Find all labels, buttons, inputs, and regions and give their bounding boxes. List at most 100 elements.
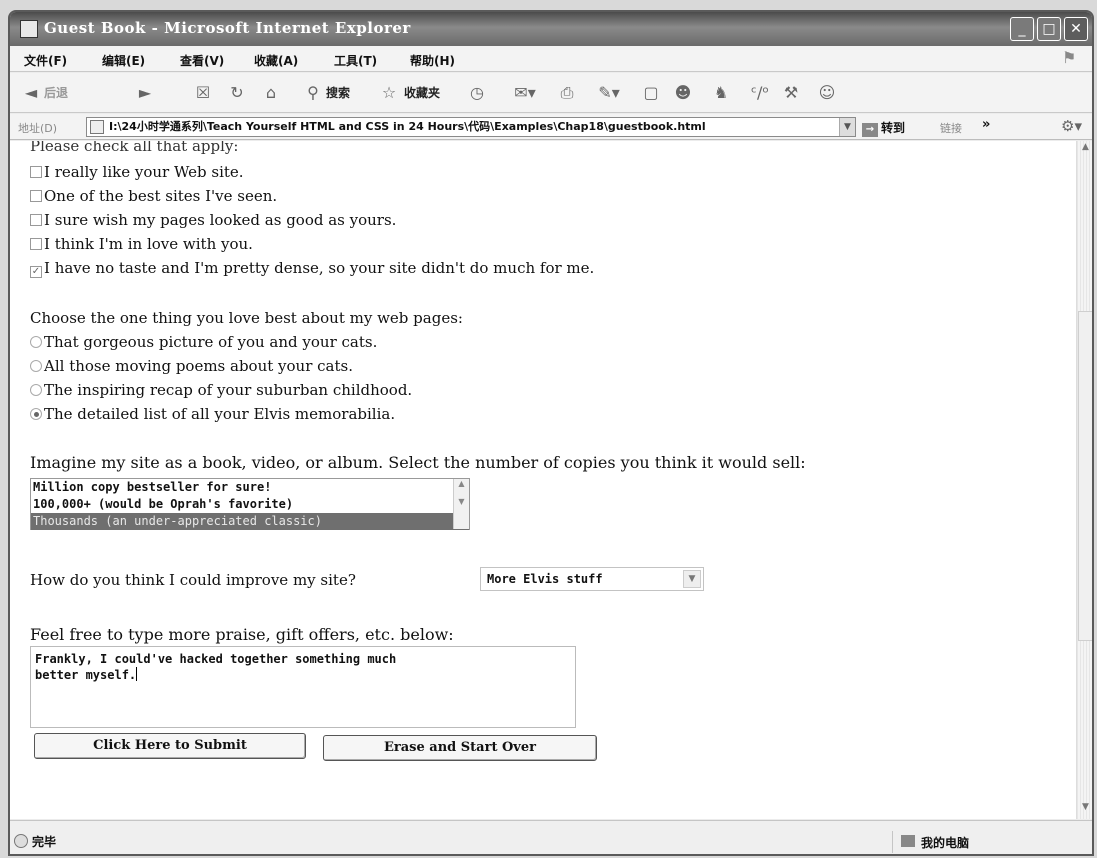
- page-scrollbar[interactable]: ▲ ▼: [1076, 141, 1092, 819]
- checkbox-row[interactable]: ✓ I have no taste and I'm pretty dense, s…: [30, 259, 594, 278]
- menu-help[interactable]: 帮助(H): [410, 52, 455, 69]
- security-zone: 我的电脑: [892, 831, 1092, 853]
- page-icon: [90, 120, 104, 134]
- radio-label: All those moving poems about your cats.: [44, 357, 353, 375]
- zone-label: 我的电脑: [921, 836, 970, 850]
- browser-window: Guest Book - Microsoft Internet Explorer…: [8, 10, 1094, 856]
- checkbox[interactable]: [30, 238, 42, 250]
- checkbox-row[interactable]: I sure wish my pages looked as good as y…: [30, 211, 396, 229]
- scroll-thumb[interactable]: [1078, 311, 1092, 641]
- list-prompt: Imagine my site as a book, video, or alb…: [30, 453, 806, 472]
- windows-logo-icon: ⚑: [1062, 48, 1077, 67]
- list-option-selected[interactable]: Thousands (an under-appreciated classic): [31, 513, 469, 530]
- status-text: 完毕: [32, 835, 57, 849]
- checkbox[interactable]: [30, 166, 42, 178]
- toolbar: ◄ 后退 ► ☒ ↻ ⌂ ⚲ 搜索 ☆ 收藏夹 ◷ ✉▾ ⎙ ✎▾ ▢ ☻ ♞ …: [10, 73, 1092, 113]
- forward-icon[interactable]: ►: [134, 81, 156, 105]
- radio-prompt: Choose the one thing you love best about…: [30, 309, 463, 327]
- maximize-button[interactable]: □: [1037, 17, 1061, 41]
- mail-icon[interactable]: ✉▾: [510, 81, 540, 105]
- reset-button[interactable]: Erase and Start Over: [323, 735, 597, 761]
- list-option[interactable]: 100,000+ (would be Oprah's favorite): [31, 496, 469, 513]
- improve-select[interactable]: More Elvis stuff ▼: [480, 567, 704, 591]
- checkbox-row[interactable]: I really like your Web site.: [30, 163, 244, 181]
- page-content: Please check all that apply: I really li…: [10, 141, 1076, 819]
- comments-prompt: Feel free to type more praise, gift offe…: [30, 625, 454, 644]
- tools-icon[interactable]: ⚒: [780, 81, 802, 105]
- checkbox-checked[interactable]: ✓: [30, 266, 42, 278]
- checkbox[interactable]: [30, 190, 42, 202]
- address-bar: 地址(D) I:\24小时学通系列\Teach Yourself HTML an…: [10, 114, 1092, 140]
- checkbox-label: I think I'm in love with you.: [44, 235, 253, 253]
- chevron-down-icon[interactable]: ▼: [683, 570, 701, 588]
- checkbox-label: I really like your Web site.: [44, 163, 244, 181]
- people-icon[interactable]: ☺: [816, 81, 838, 105]
- history-icon[interactable]: ◷: [466, 81, 488, 105]
- copies-listbox[interactable]: Million copy bestseller for sure! 100,00…: [30, 478, 470, 530]
- radio-row[interactable]: The detailed list of all your Elvis memo…: [30, 405, 395, 423]
- address-label: 地址(D): [18, 122, 58, 135]
- menu-favorites[interactable]: 收藏(A): [254, 52, 298, 69]
- edit-icon[interactable]: ✎▾: [594, 81, 624, 105]
- back-icon[interactable]: ◄: [20, 81, 42, 105]
- go-button[interactable]: → 转到: [862, 119, 905, 137]
- status-bar: 完毕 我的电脑: [10, 820, 1092, 854]
- window-title: Guest Book - Microsoft Internet Explorer: [44, 19, 411, 37]
- close-button[interactable]: ✕: [1064, 17, 1088, 41]
- gear-icon[interactable]: ⚙▾: [1061, 117, 1082, 135]
- favorites-icon[interactable]: ☆: [378, 81, 400, 105]
- menu-tools[interactable]: 工具(T): [334, 52, 377, 69]
- back-label[interactable]: 后退: [44, 81, 68, 105]
- search-icon[interactable]: ⚲: [302, 81, 324, 105]
- ie-icon: [20, 20, 38, 38]
- listbox-scrollbar[interactable]: ▲ ▼: [453, 479, 469, 529]
- translate-icon[interactable]: ᶜ/ᵒ: [746, 81, 774, 105]
- print-icon[interactable]: ⎙: [556, 81, 578, 105]
- menu-bar: 文件(F) 编辑(E) 查看(V) 收藏(A) 工具(T) 帮助(H) ⚑: [10, 46, 1092, 72]
- radio-button-selected[interactable]: [30, 408, 42, 420]
- checkbox-label: I sure wish my pages looked as good as y…: [44, 211, 397, 229]
- radio-row[interactable]: That gorgeous picture of you and your ca…: [30, 333, 377, 351]
- comments-text: Frankly, I could've hacked together some…: [35, 652, 397, 682]
- address-dropdown-icon[interactable]: ▼: [839, 118, 855, 136]
- radio-label: The detailed list of all your Elvis memo…: [44, 405, 396, 423]
- minimize-button[interactable]: _: [1010, 17, 1034, 41]
- checkbox-row[interactable]: One of the best sites I've seen.: [30, 187, 277, 205]
- discuss-icon[interactable]: ▢: [640, 81, 662, 105]
- radio-button[interactable]: [30, 336, 42, 348]
- radio-button[interactable]: [30, 384, 42, 396]
- links-more-icon[interactable]: »: [982, 117, 990, 132]
- radio-button[interactable]: [30, 360, 42, 372]
- research-icon[interactable]: ♞: [710, 81, 732, 105]
- check-prompt: Please check all that apply:: [30, 141, 239, 155]
- radio-row[interactable]: The inspiring recap of your suburban chi…: [30, 381, 412, 399]
- address-url: I:\24小时学通系列\Teach Yourself HTML and CSS …: [109, 120, 706, 133]
- go-label: 转到: [881, 121, 906, 135]
- menu-view[interactable]: 查看(V): [180, 52, 224, 69]
- submit-button[interactable]: Click Here to Submit: [34, 733, 306, 759]
- menu-file[interactable]: 文件(F): [24, 52, 67, 69]
- stop-icon[interactable]: ☒: [192, 81, 214, 105]
- checkbox-label: One of the best sites I've seen.: [44, 187, 278, 205]
- search-label[interactable]: 搜索: [326, 81, 350, 105]
- text-caret: [136, 667, 138, 681]
- checkbox-row[interactable]: I think I'm in love with you.: [30, 235, 253, 253]
- refresh-icon[interactable]: ↻: [226, 81, 248, 105]
- list-option[interactable]: Million copy bestseller for sure!: [31, 479, 469, 496]
- title-bar[interactable]: Guest Book - Microsoft Internet Explorer…: [10, 12, 1092, 46]
- messenger-icon[interactable]: ☻: [672, 81, 694, 105]
- radio-row[interactable]: All those moving poems about your cats.: [30, 357, 353, 375]
- scroll-down-icon[interactable]: ▼: [1078, 802, 1092, 818]
- favorites-label[interactable]: 收藏夹: [404, 81, 440, 105]
- radio-label: That gorgeous picture of you and your ca…: [44, 333, 378, 351]
- home-icon[interactable]: ⌂: [260, 81, 282, 105]
- checkbox[interactable]: [30, 214, 42, 226]
- computer-icon: [901, 835, 915, 847]
- address-input[interactable]: I:\24小时学通系列\Teach Yourself HTML and CSS …: [86, 117, 856, 137]
- links-label[interactable]: 链接: [940, 120, 962, 136]
- comments-textarea[interactable]: Frankly, I could've hacked together some…: [30, 646, 576, 728]
- menu-edit[interactable]: 编辑(E): [102, 52, 145, 69]
- scroll-up-icon[interactable]: ▲: [1078, 142, 1092, 158]
- go-arrow-icon: →: [862, 123, 878, 137]
- improve-select-value: More Elvis stuff: [487, 572, 603, 586]
